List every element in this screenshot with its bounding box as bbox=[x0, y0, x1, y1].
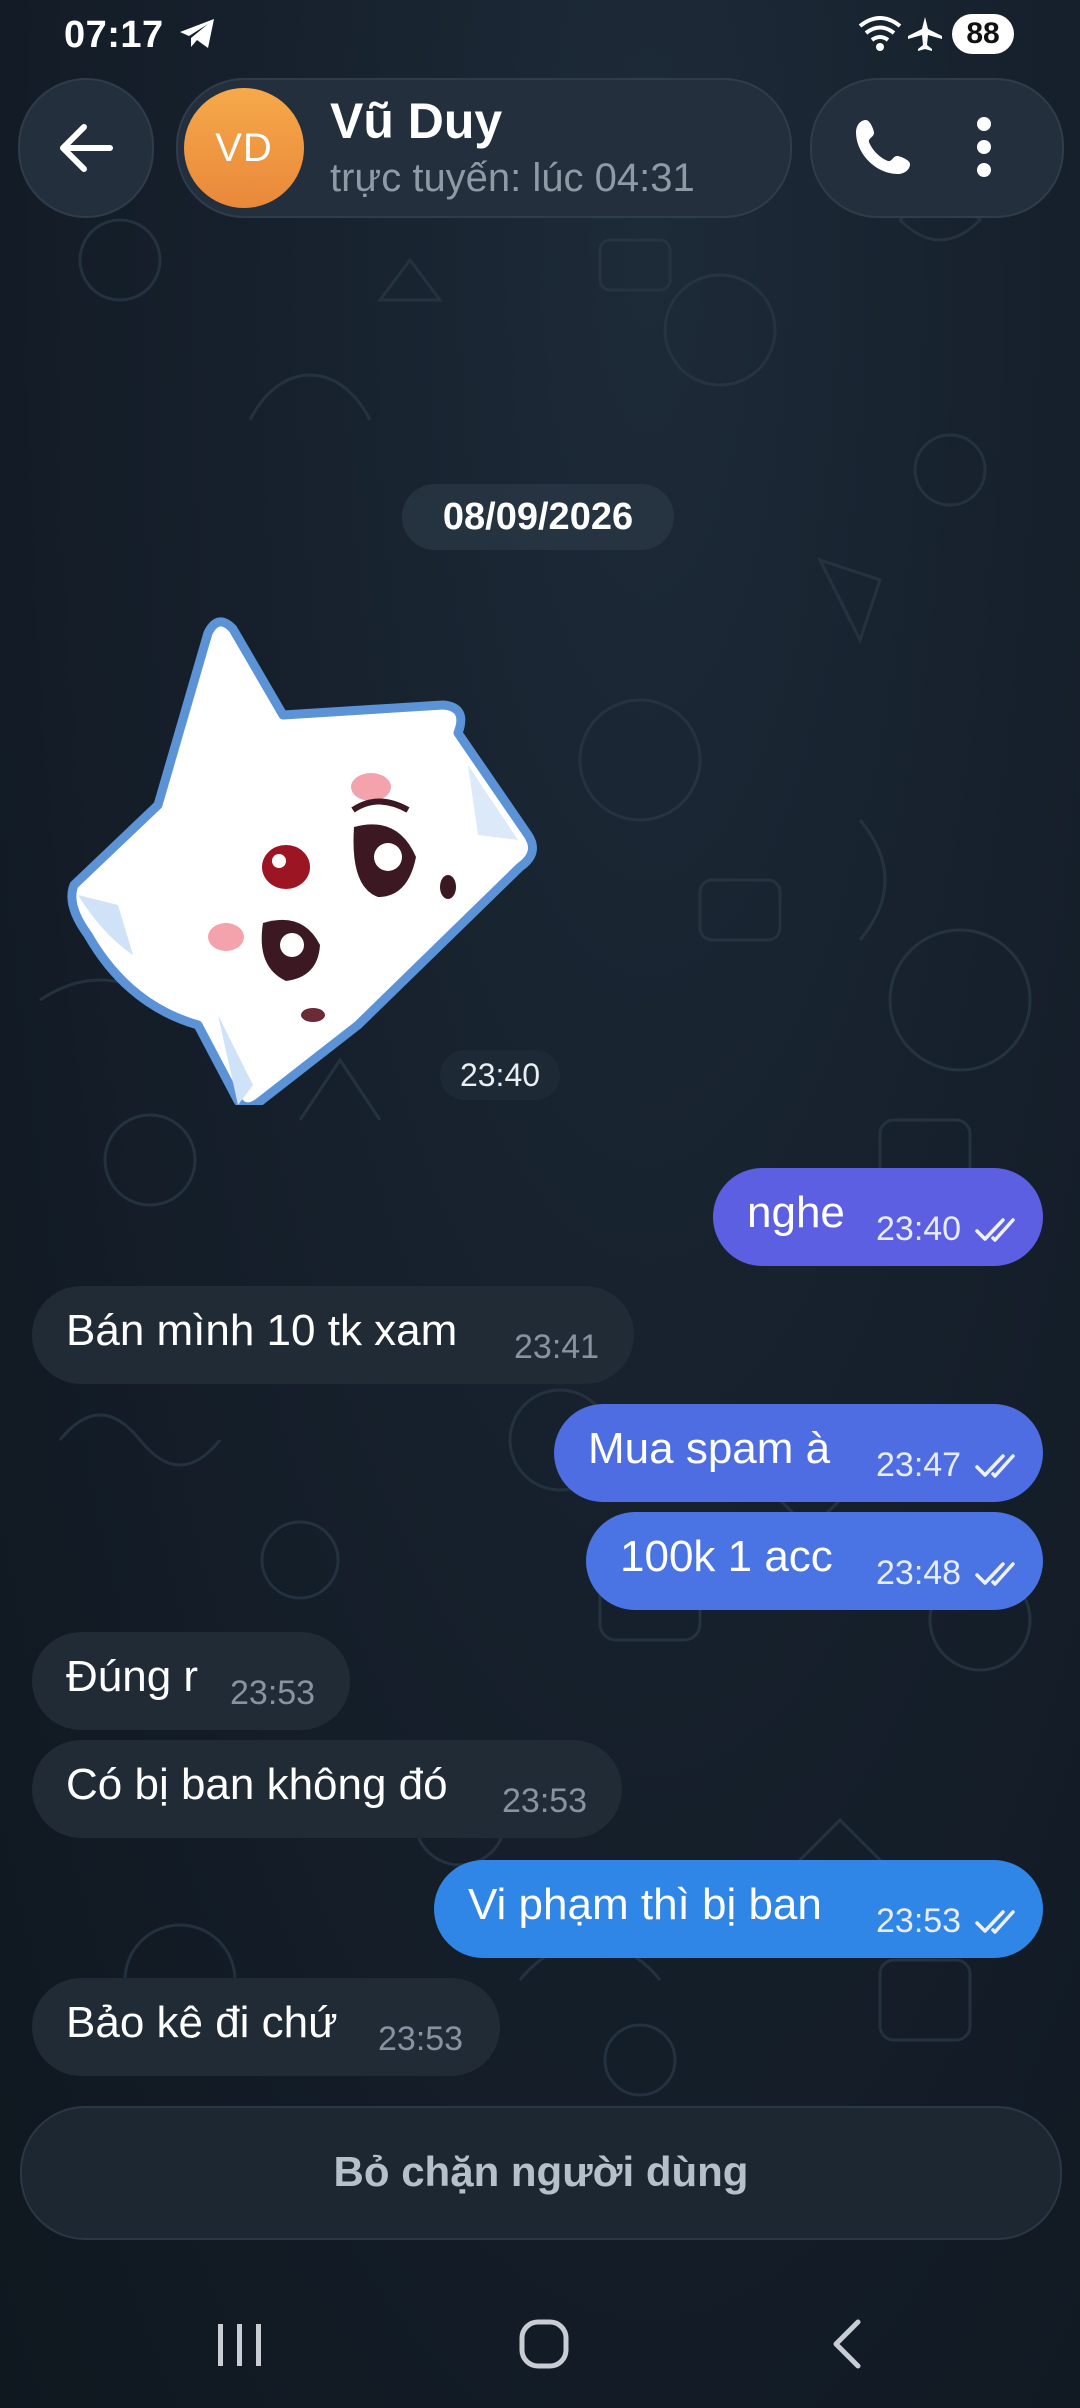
message-text: Mua spam à bbox=[588, 1424, 831, 1473]
message-text: 100k 1 acc bbox=[620, 1532, 833, 1581]
message-time: 23:53 bbox=[230, 1674, 316, 1712]
outgoing-message[interactable]: 100k 1 acc 23:48 bbox=[586, 1512, 1043, 1610]
message-text: Bán mình 10 tk xam bbox=[66, 1306, 458, 1355]
date-separator: 08/09/2026 bbox=[402, 484, 674, 550]
message-time: 23:41 bbox=[514, 1328, 600, 1366]
back-icon[interactable] bbox=[828, 2318, 864, 2370]
incoming-message[interactable]: Bán mình 10 tk xam 23:41 bbox=[32, 1286, 634, 1384]
double-check-icon bbox=[975, 1218, 1015, 1242]
back-button[interactable] bbox=[18, 78, 154, 218]
double-check-icon bbox=[975, 1454, 1015, 1478]
cat-sticker[interactable] bbox=[58, 605, 538, 1105]
header-actions bbox=[810, 78, 1064, 218]
airplane-icon bbox=[908, 17, 942, 51]
back-arrow-icon bbox=[60, 124, 113, 172]
message-text: Vi phạm thì bị ban bbox=[468, 1880, 822, 1929]
avatar[interactable]: VD bbox=[184, 88, 304, 208]
contact-last-seen: trực tuyến: lúc 04:31 bbox=[330, 156, 695, 200]
outgoing-message[interactable]: nghe 23:40 bbox=[713, 1168, 1043, 1266]
outgoing-message[interactable]: Vi phạm thì bị ban 23:53 bbox=[434, 1860, 1043, 1958]
double-check-icon bbox=[975, 1562, 1015, 1586]
contact-name: Vũ Duy bbox=[330, 93, 503, 149]
message-list: 08/09/2026 23:40 nghe 23:40 Bán mình 10 … bbox=[0, 0, 1080, 2408]
unblock-user-button[interactable]: Bỏ chặn người dùng bbox=[20, 2106, 1062, 2240]
message-text: nghe bbox=[747, 1188, 845, 1237]
home-icon[interactable] bbox=[518, 2318, 570, 2370]
message-text: Có bị ban không đó bbox=[66, 1760, 448, 1809]
battery-indicator: 88 bbox=[952, 14, 1014, 54]
contact-header[interactable]: VD Vũ Duy trực tuyến: lúc 04:31 bbox=[176, 78, 792, 218]
wifi-icon bbox=[858, 16, 902, 51]
incoming-message[interactable]: Có bị ban không đó 23:53 bbox=[32, 1740, 622, 1838]
message-text: Đúng r bbox=[66, 1652, 199, 1701]
recent-apps-icon[interactable] bbox=[214, 2322, 266, 2368]
status-bar: 07:17 88 bbox=[0, 0, 1080, 72]
sticker-time: 23:40 bbox=[440, 1050, 560, 1100]
system-nav-bar bbox=[0, 2270, 1080, 2408]
outgoing-message[interactable]: Mua spam à 23:47 bbox=[554, 1404, 1043, 1502]
message-text: Bảo kê đi chứ bbox=[66, 1998, 338, 2047]
phone-icon[interactable] bbox=[852, 116, 914, 178]
message-time: 23:40 bbox=[876, 1210, 962, 1248]
message-time: 23:53 bbox=[378, 2020, 464, 2058]
incoming-message[interactable]: Bảo kê đi chứ 23:53 bbox=[32, 1978, 500, 2076]
message-time: 23:47 bbox=[876, 1446, 962, 1484]
message-time: 23:53 bbox=[502, 1782, 588, 1820]
double-check-icon bbox=[975, 1910, 1015, 1934]
message-time: 23:48 bbox=[876, 1554, 962, 1592]
message-time: 23:53 bbox=[876, 1902, 962, 1940]
more-vertical-icon[interactable] bbox=[972, 114, 996, 180]
telegram-icon bbox=[180, 19, 214, 48]
incoming-message[interactable]: Đúng r 23:53 bbox=[32, 1632, 350, 1730]
status-time: 07:17 bbox=[64, 14, 164, 56]
